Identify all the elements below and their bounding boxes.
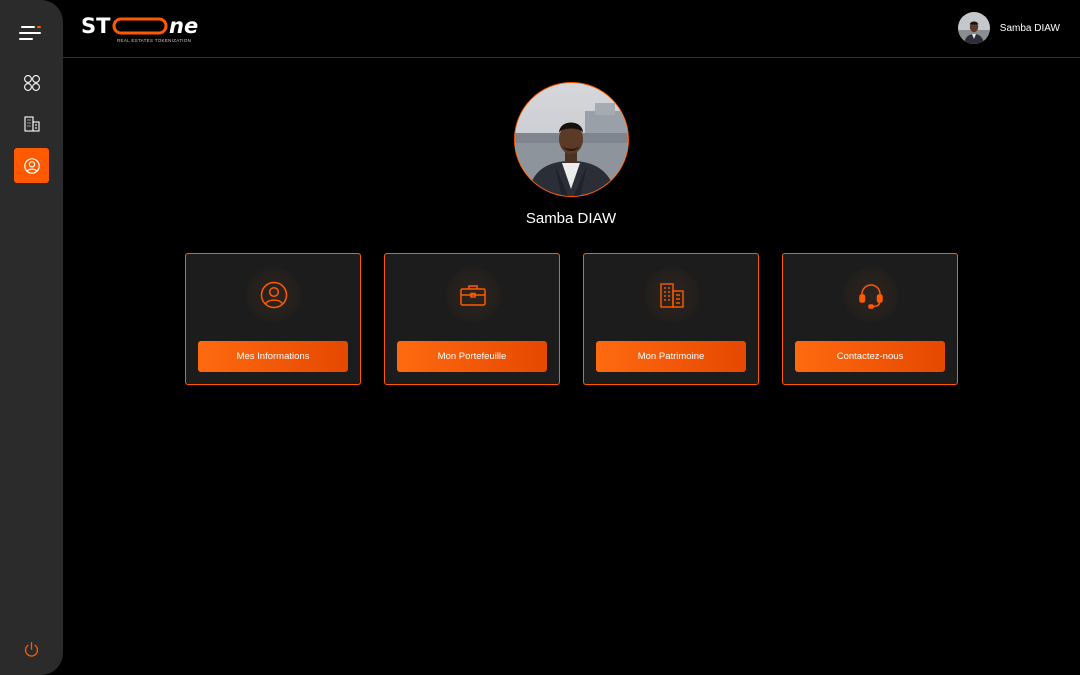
- mon-portefeuille-button[interactable]: Mon Portefeuille: [397, 341, 547, 372]
- mes-informations-button[interactable]: Mes Informations: [198, 341, 348, 372]
- grid-icon: [23, 74, 40, 91]
- user-menu[interactable]: Samba DIAW: [957, 12, 1060, 44]
- svg-text:ne: ne: [169, 14, 198, 38]
- stoone-logo[interactable]: ST ne REAL ESTATES TOKENIZATION: [81, 14, 211, 44]
- profile-name: Samba DIAW: [525, 210, 617, 227]
- card-mon-portefeuille: Mon Portefeuille: [384, 253, 560, 385]
- card-mes-informations: Mes Informations: [185, 253, 361, 385]
- logo-subtitle: REAL ESTATES TOKENIZATION: [117, 38, 192, 43]
- svg-text:ST: ST: [81, 14, 111, 38]
- menu-toggle-icon[interactable]: [19, 24, 43, 42]
- briefcase-icon: [460, 285, 486, 306]
- logout-button[interactable]: [20, 638, 42, 660]
- mon-patrimoine-button[interactable]: Mon Patrimoine: [596, 341, 746, 372]
- logo-wordmark: ST ne: [81, 14, 198, 38]
- contactez-nous-button[interactable]: Contactez-nous: [795, 341, 945, 372]
- sidebar-item-profile[interactable]: [14, 148, 49, 183]
- card-mon-patrimoine: Mon Patrimoine: [583, 253, 759, 385]
- top-header: ST ne REAL ESTATES TOKENIZATION Samba DI…: [63, 0, 1080, 58]
- headset-icon: [859, 284, 883, 309]
- header-user-name: Samba DIAW: [999, 22, 1060, 34]
- user-circle-icon: [23, 157, 40, 174]
- power-icon: [24, 641, 38, 657]
- user-circle-icon: [260, 281, 288, 309]
- building-icon: [660, 283, 684, 308]
- sidebar-item-buildings[interactable]: [14, 106, 49, 141]
- sidebar-item-dashboard[interactable]: [14, 65, 49, 100]
- profile-photo: [514, 82, 629, 197]
- building-icon: [23, 115, 40, 132]
- card-contactez-nous: Contactez-nous: [782, 253, 958, 385]
- avatar: [957, 12, 990, 44]
- sidebar: [0, 0, 63, 675]
